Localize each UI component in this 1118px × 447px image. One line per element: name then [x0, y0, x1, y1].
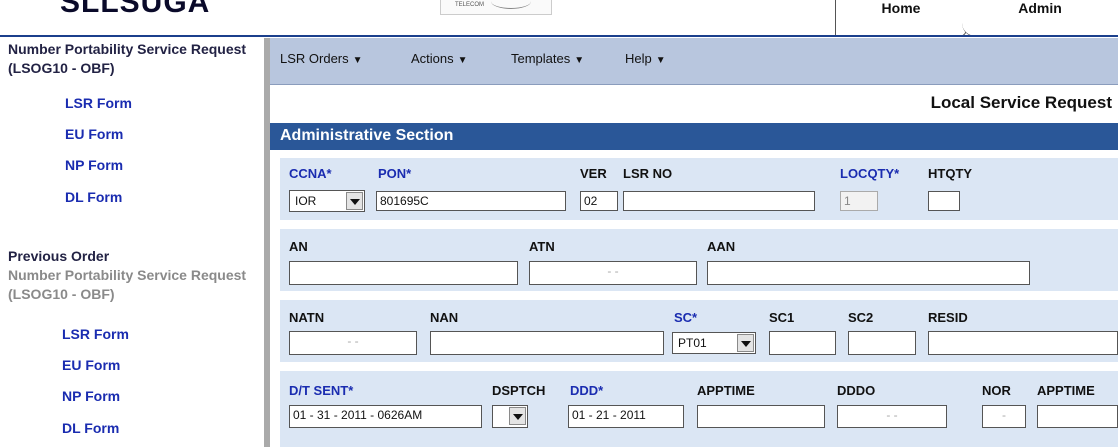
nor-label: NOR — [982, 383, 1011, 398]
form-row-2: AN ATN - - AAN — [280, 229, 1118, 291]
dsptch-label: DSPTCH — [492, 383, 546, 398]
nor-input[interactable]: - — [982, 405, 1026, 428]
menu-lsr-orders[interactable]: LSR Orders ▼ — [280, 51, 363, 66]
tab-admin[interactable]: Admin — [962, 0, 1118, 37]
telecom-logo-swoosh — [491, 0, 531, 9]
menu-help-label: Help — [625, 51, 652, 66]
chevron-down-icon[interactable] — [509, 407, 526, 425]
sc-label: SC* — [674, 310, 698, 325]
menu-templates-label: Templates — [511, 51, 571, 66]
sc1-label: SC1 — [769, 310, 795, 325]
dtsent-label: D/T SENT* — [289, 383, 354, 398]
chevron-down-icon[interactable] — [737, 334, 754, 352]
menu-help[interactable]: Help ▼ — [625, 51, 666, 66]
chevron-down-icon: ▼ — [574, 55, 585, 66]
pon-label: PON* — [378, 166, 412, 181]
an-input[interactable] — [289, 261, 518, 285]
sc2-label: SC2 — [848, 310, 874, 325]
lsrno-label: LSR NO — [623, 166, 673, 181]
sidebar-link-lsr-form[interactable]: LSR Form — [65, 95, 132, 111]
telecom-logo-text: TELECOM — [455, 2, 485, 8]
section-header: Administrative Section — [270, 123, 1118, 150]
chevron-down-icon: ▼ — [352, 55, 363, 66]
chevron-down-icon[interactable] — [346, 192, 363, 210]
sc-value: PT01 — [678, 336, 707, 350]
dddo-input[interactable]: - - — [837, 405, 947, 428]
form-row-4: D/T SENT* 01 - 31 - 2011 - 0626AM DSPTCH… — [280, 371, 1118, 447]
request-title-bar: Local Service Request — [270, 85, 1118, 123]
telecom-logo: TELECOM — [440, 0, 552, 15]
chevron-down-icon: ▼ — [655, 55, 666, 66]
sidebar-current-title: Number Portability Service Request (LSOG… — [8, 41, 247, 76]
page-title: Local Service Request — [930, 93, 1112, 112]
app-logo: SLLSUGA — [60, 0, 211, 19]
resid-label: RESID — [928, 310, 968, 325]
ccna-label: CCNA* — [289, 166, 332, 181]
apptime2-input[interactable] — [1037, 405, 1118, 428]
header-divider — [0, 35, 1118, 37]
htqty-label: HTQTY — [928, 166, 973, 181]
menu-actions-label: Actions — [411, 51, 454, 66]
chevron-down-icon: ▼ — [457, 55, 468, 66]
aan-input[interactable] — [707, 261, 1030, 285]
sidebar-previous-heading: Previous Order — [8, 248, 110, 264]
sidebar-link-dl-form[interactable]: DL Form — [65, 189, 122, 205]
apptime2-label: APPTIME — [1037, 383, 1095, 398]
ccna-value: IOR — [295, 194, 317, 208]
ccna-select[interactable]: IOR — [289, 190, 365, 212]
dtsent-input[interactable]: 01 - 31 - 2011 - 0626AM — [289, 405, 482, 428]
dsptch-select[interactable] — [492, 405, 528, 428]
aan-label: AAN — [707, 239, 736, 254]
sidebar-prev-link-lsr-form[interactable]: LSR Form — [62, 326, 129, 342]
an-label: AN — [289, 239, 308, 254]
form-row-1: CCNA* IOR PON* 801695C VER 02 LSR NO LOC… — [280, 158, 1118, 220]
sidebar-link-eu-form[interactable]: EU Form — [65, 126, 123, 142]
section-title: Administrative Section — [280, 127, 454, 144]
locqty-input: 1 — [840, 191, 878, 211]
sc-select[interactable]: PT01 — [672, 332, 756, 354]
sc1-input[interactable] — [769, 331, 836, 355]
nan-input[interactable] — [430, 331, 664, 355]
natn-label: NATN — [289, 310, 325, 325]
sidebar-prev-link-np-form[interactable]: NP Form — [62, 388, 120, 404]
natn-input[interactable]: - - — [289, 331, 417, 355]
top-header: SLLSUGA TELECOM Home Admin — [0, 0, 1118, 38]
menu-bar: LSR Orders ▼ Actions ▼ Templates ▼ Help ▼ — [270, 38, 1118, 85]
lsrno-input[interactable] — [623, 191, 815, 211]
apptime-label: APPTIME — [697, 383, 755, 398]
apptime-input[interactable] — [697, 405, 825, 428]
menu-lsr-orders-label: LSR Orders — [280, 51, 349, 66]
dddo-label: DDDO — [837, 383, 876, 398]
ddd-input[interactable]: 01 - 21 - 2011 — [568, 405, 684, 428]
sidebar-prev-link-dl-form[interactable]: DL Form — [62, 420, 119, 436]
sidebar-previous-title: Number Portability Service Request (LSOG… — [8, 267, 247, 302]
atn-input[interactable]: - - — [529, 261, 697, 285]
resid-input[interactable] — [928, 331, 1118, 355]
menu-actions[interactable]: Actions ▼ — [411, 51, 468, 66]
menu-templates[interactable]: Templates ▼ — [511, 51, 584, 66]
sc2-input[interactable] — [848, 331, 916, 355]
sidebar: Number Portability Service Request (LSOG… — [0, 38, 264, 447]
locqty-label: LOCQTY* — [840, 166, 900, 181]
form-row-3: NATN - - NAN SC* PT01 SC1 SC2 RESID — [280, 300, 1118, 362]
ver-label: VER — [580, 166, 607, 181]
htqty-input[interactable] — [928, 191, 960, 211]
pon-input[interactable]: 801695C — [376, 191, 566, 211]
sidebar-prev-link-eu-form[interactable]: EU Form — [62, 357, 120, 373]
nan-label: NAN — [430, 310, 459, 325]
tab-home[interactable]: Home — [835, 0, 967, 37]
atn-label: ATN — [529, 239, 555, 254]
sidebar-link-np-form[interactable]: NP Form — [65, 157, 123, 173]
ver-input[interactable]: 02 — [580, 191, 618, 211]
ddd-label: DDD* — [570, 383, 604, 398]
